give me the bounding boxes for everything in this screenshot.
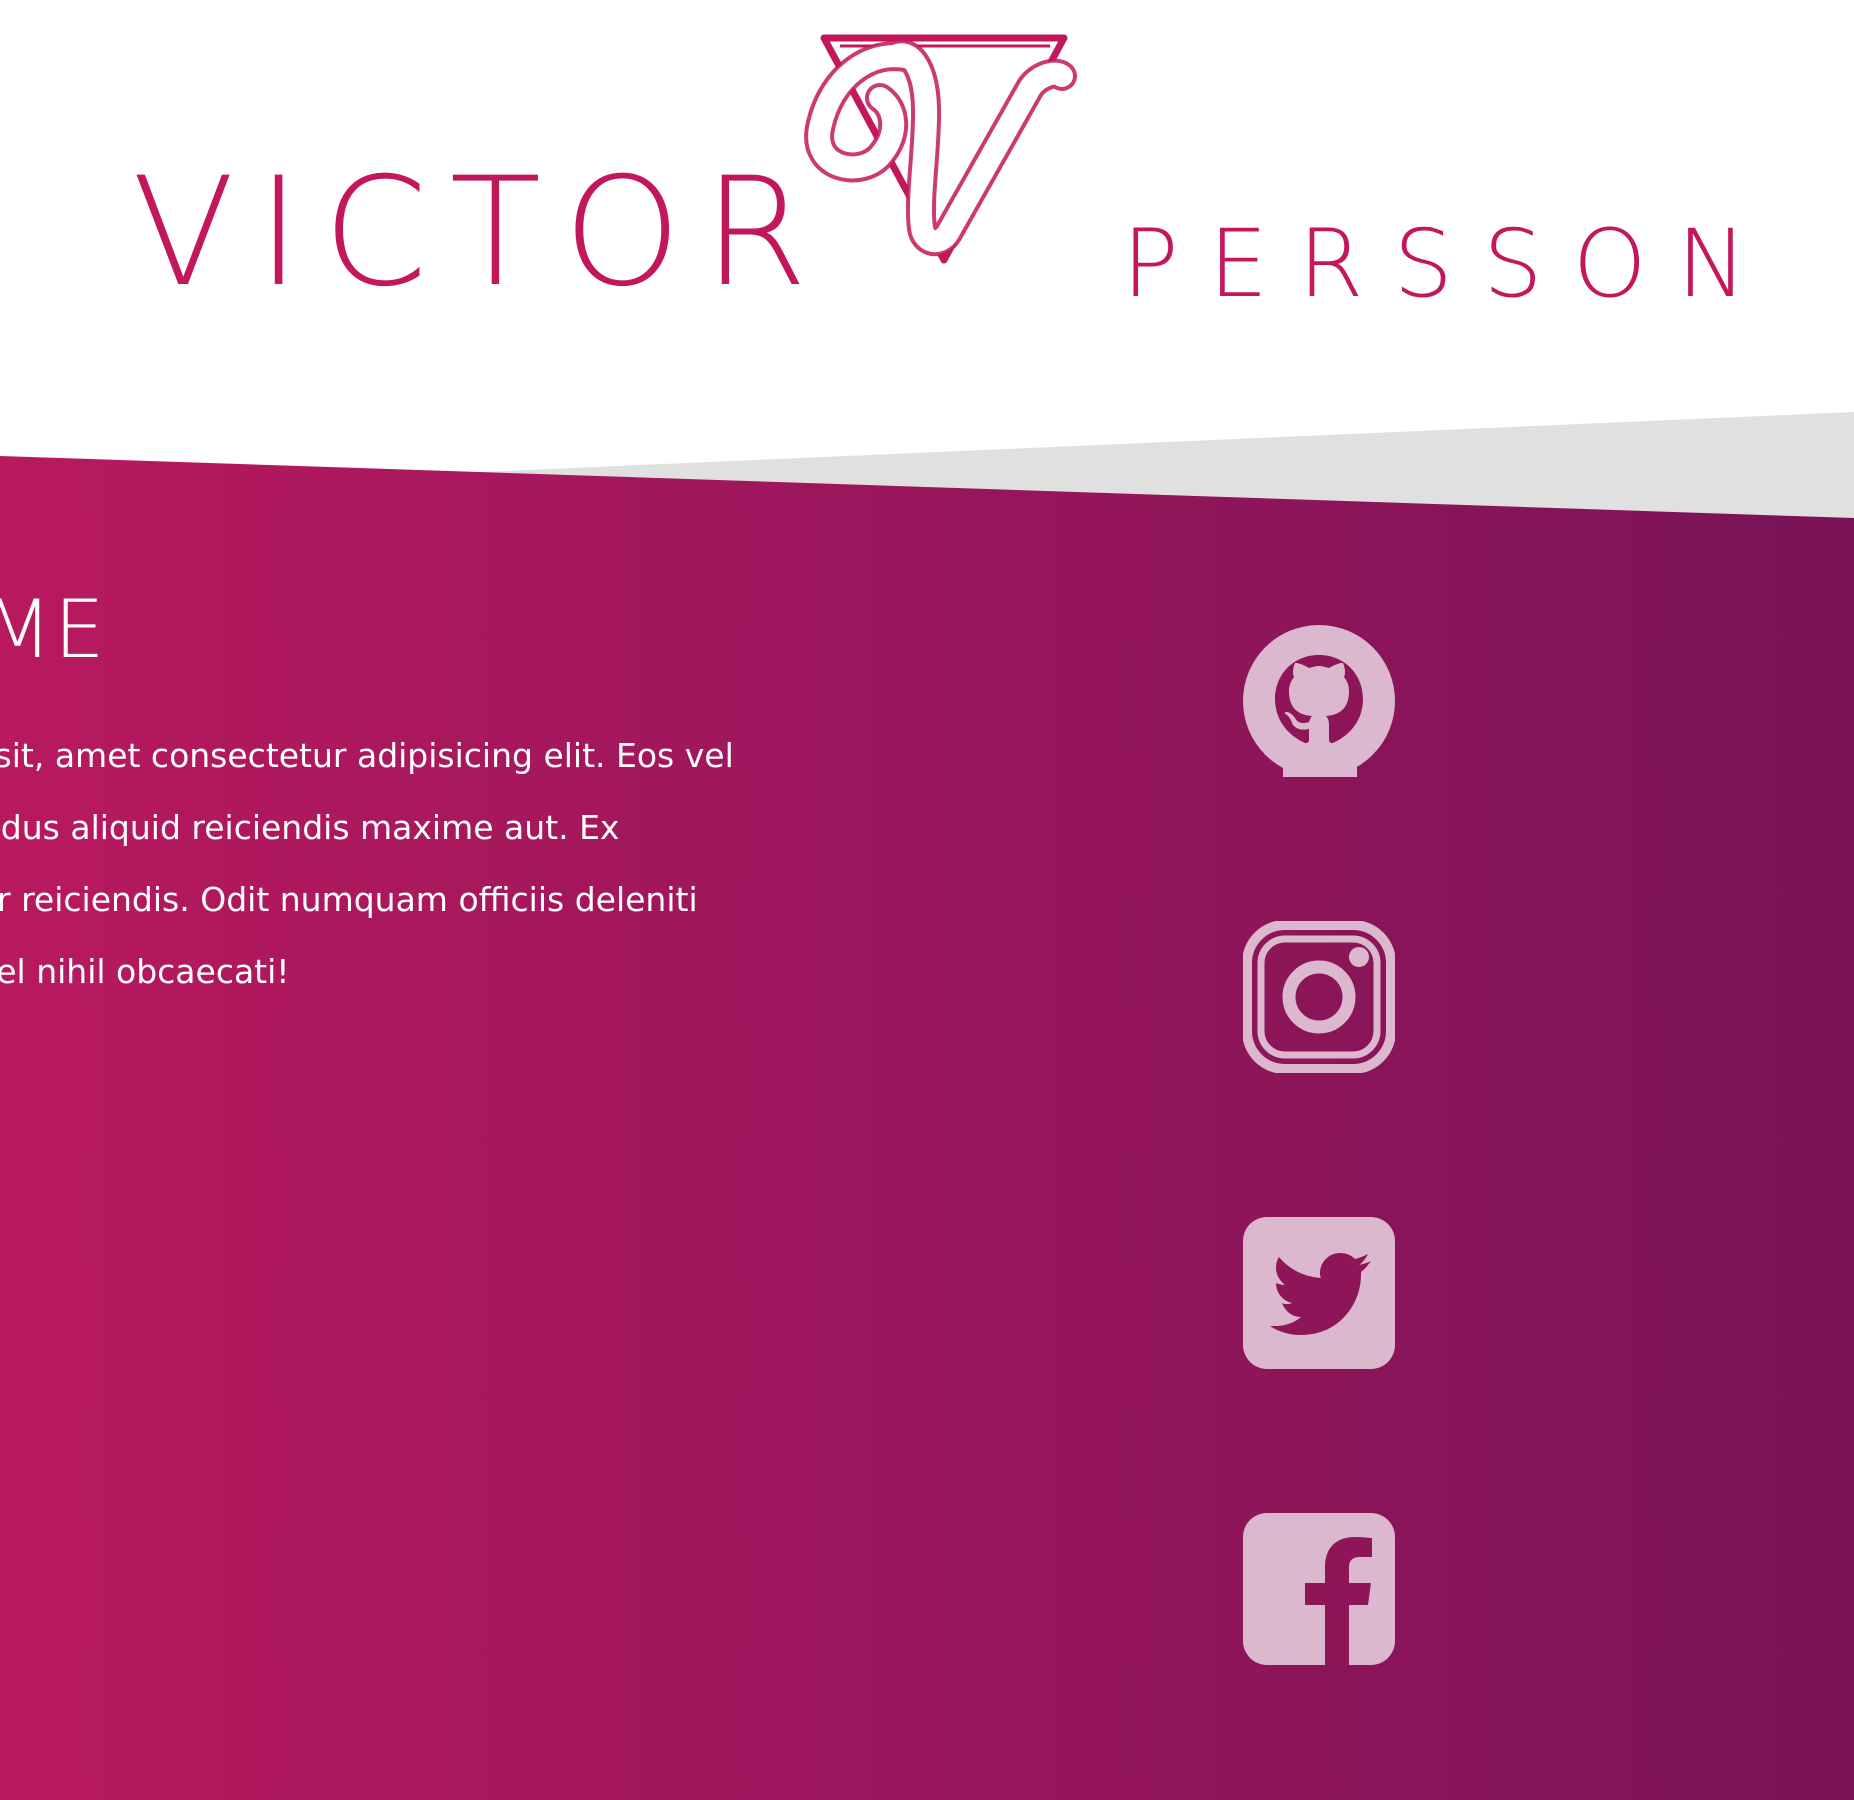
brand-last-name: PERSSON [1122, 210, 1778, 319]
facebook-icon [1243, 1513, 1395, 1665]
instagram-link[interactable] [1243, 921, 1395, 1073]
section-title: OME [0, 583, 107, 676]
page: VICTOR PERSSON OME dolor sit, amet conse… [0, 0, 1854, 1800]
divider-gradient-band [0, 456, 1854, 1800]
body-line: dolor sit, amet consectetur adipisicing … [0, 736, 734, 775]
facebook-link[interactable] [1243, 1513, 1395, 1665]
body-line: pellendus aliquid reiciendis maxime aut.… [0, 808, 620, 847]
twitter-icon [1243, 1217, 1395, 1369]
twitter-link[interactable] [1243, 1217, 1395, 1369]
body-line: orro vel nihil obcaecati! [0, 952, 290, 991]
section-body: dolor sit, amet consectetur adipisicing … [0, 720, 820, 1008]
github-link[interactable] [1243, 625, 1395, 777]
github-icon [1243, 625, 1395, 777]
instagram-icon [1243, 921, 1395, 1073]
brand-first-name: VICTOR [132, 146, 830, 320]
v-triangle-logo-icon[interactable] [800, 28, 1080, 268]
body-line: ariatur reiciendis. Odit numquam officii… [0, 880, 698, 919]
